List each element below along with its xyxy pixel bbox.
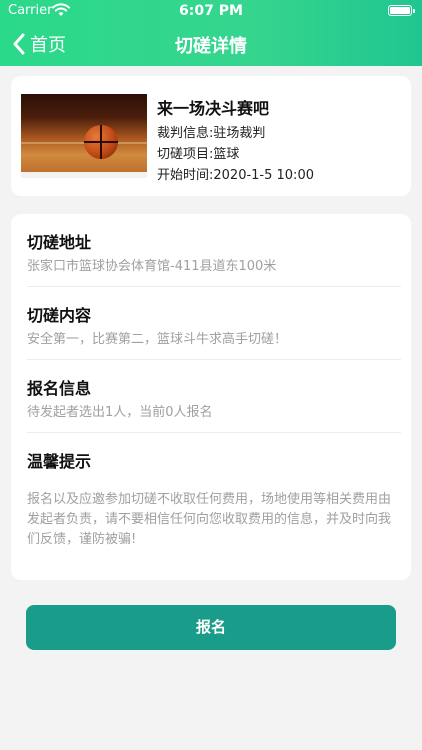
status-time: 6:07 PM bbox=[179, 3, 243, 19]
page-title: 切磋详情 bbox=[175, 36, 247, 57]
tips-title: 温馨提示 bbox=[27, 452, 92, 471]
basketball-image bbox=[21, 94, 147, 178]
start-time: 开始时间:2020-1-5 10:00 bbox=[157, 168, 314, 183]
match-title: 来一场决斗赛吧 bbox=[157, 99, 270, 118]
sport-info: 切磋项目:篮球 bbox=[157, 147, 240, 162]
address-title: 切磋地址 bbox=[27, 233, 92, 252]
signup-info-text: 待发起者选出1人，当前0人报名 bbox=[27, 405, 213, 420]
address-text: 张家口市篮球协会体育馆-411县道东100米 bbox=[27, 259, 277, 274]
tips-text: 报名以及应邀参加切磋不收取任何费用，场地使用等相关费用由发起者负责，请不要相信任… bbox=[27, 492, 392, 547]
signup-info-title: 报名信息 bbox=[27, 379, 92, 398]
content-text: 安全第一，比赛第二，篮球斗牛求高手切磋！ bbox=[27, 332, 288, 347]
battery-icon bbox=[388, 5, 415, 16]
divider bbox=[27, 359, 401, 360]
details-card: 切磋地址 张家口市篮球协会体育馆-411县道东100米 切磋内容 安全第一，比赛… bbox=[11, 214, 411, 580]
divider bbox=[27, 432, 401, 433]
content-title: 切磋内容 bbox=[27, 306, 92, 325]
referee-info: 裁判信息:驻场裁判 bbox=[157, 126, 266, 141]
nav-header: Carrier 6:07 PM 首页 切磋详情 bbox=[0, 0, 422, 66]
nav-bar: 首页 切磋详情 bbox=[0, 22, 422, 66]
match-card: 来一场决斗赛吧 裁判信息:驻场裁判 切磋项目:篮球 开始时间:2020-1-5 … bbox=[11, 76, 411, 196]
divider bbox=[27, 286, 401, 287]
status-bar: Carrier 6:07 PM bbox=[0, 0, 422, 22]
signup-button[interactable]: 报名 bbox=[26, 605, 396, 650]
